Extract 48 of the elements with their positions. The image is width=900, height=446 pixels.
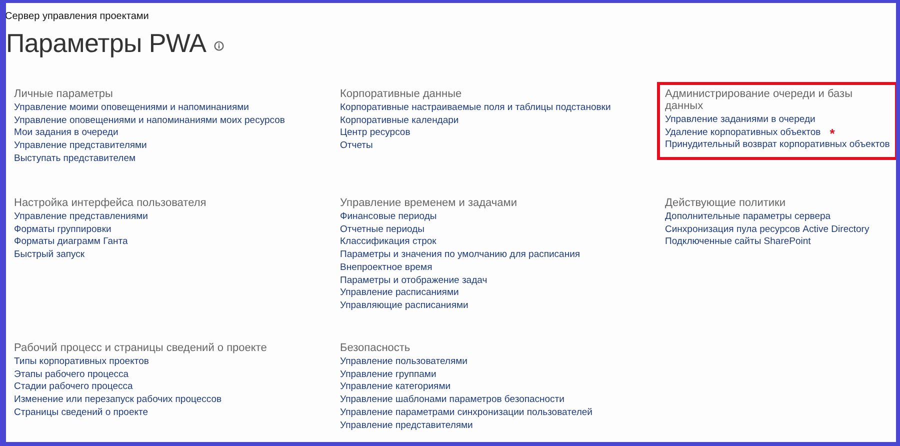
settings-link[interactable]: Отчеты	[340, 140, 665, 153]
settings-link[interactable]: Финансовые периоды	[340, 211, 665, 224]
info-icon[interactable]	[214, 40, 224, 50]
settings-link[interactable]: Форматы диаграмм Ганта	[14, 236, 340, 250]
settings-link[interactable]: Форматы группировки	[14, 224, 340, 236]
settings-link[interactable]: Корпоративные календари	[340, 114, 665, 128]
settings-link[interactable]: Страницы сведений о проекте	[14, 406, 340, 420]
settings-link[interactable]: Управление моими оповещениями и напоминаниями	[14, 102, 340, 115]
settings-link[interactable]: Классификация строк	[340, 236, 665, 250]
settings-link[interactable]: Управление шаблонами параметров безопасности	[340, 394, 665, 407]
section-heading: Управление временем и задачами	[340, 197, 518, 209]
settings-link[interactable]: Корпоративные настраиваемые поля и таблицы подстановки	[340, 102, 665, 115]
page-title: Параметры PWA	[6, 28, 206, 59]
settings-link[interactable]: Управляющие расписаниями	[340, 300, 665, 313]
section-heading: Безопасность	[340, 342, 412, 354]
section-heading: Настройка интерфейса пользователя	[14, 197, 208, 209]
settings-link[interactable]: Выступать представителем	[14, 152, 340, 166]
settings-link[interactable]: Управление заданиями в очереди	[665, 114, 890, 127]
section-heading: Администрирование очереди и базы данных	[665, 88, 854, 112]
settings-link[interactable]: Типы корпоративных проектов	[14, 356, 340, 369]
settings-link[interactable]: Стадии рабочего процесса	[14, 381, 340, 394]
settings-link[interactable]: Этапы рабочего процесса	[14, 368, 340, 382]
settings-link[interactable]: Подключенные сайты SharePoint	[665, 236, 896, 250]
settings-link[interactable]: Быстрый запуск	[14, 249, 340, 262]
settings-link[interactable]: Внепроектное время	[340, 262, 665, 275]
settings-link[interactable]: Принудительный возврат корпоративных объектов	[665, 139, 890, 152]
settings-link[interactable]: Управление представителями	[14, 140, 340, 153]
settings-link[interactable]: Управление представлениями	[14, 211, 340, 224]
section-heading: Действующие политики	[665, 197, 787, 209]
settings-link[interactable]: Центр ресурсов	[340, 127, 665, 140]
section-heading: Корпоративные данные	[340, 88, 463, 100]
settings-link[interactable]: Отчетные периоды	[340, 224, 665, 236]
settings-link[interactable]: Управление оповещениями и напоминаниями моих ресурсов	[14, 114, 340, 128]
settings-link[interactable]: Управление параметрами синхронизации пользователей	[340, 406, 665, 420]
settings-link[interactable]: Изменение или перезапуск рабочих процессов	[14, 394, 340, 407]
section-heading: Личные параметры	[14, 88, 114, 100]
asterisk: *	[830, 126, 835, 141]
settings-link[interactable]: Управление представителями	[340, 420, 665, 432]
settings-link[interactable]: Управление расписаниями	[340, 287, 665, 300]
settings-link[interactable]: Управление группами	[340, 368, 665, 382]
settings-link[interactable]: Дополнительные параметры сервера	[665, 211, 896, 224]
settings-link[interactable]: Синхронизация пула ресурсов Active Directory	[665, 224, 896, 236]
settings-link[interactable]: Управление пользователями	[340, 356, 665, 369]
settings-link[interactable]: Параметры и значения по умолчанию для расписания	[340, 249, 665, 262]
section-heading: Рабочий процесс и страницы сведений о проекте	[14, 342, 268, 354]
settings-link[interactable]: Управление категориями	[340, 381, 665, 394]
settings-link[interactable]: Параметры и отображение задач	[340, 274, 665, 288]
settings-link[interactable]: Мои задания в очереди	[14, 127, 340, 140]
